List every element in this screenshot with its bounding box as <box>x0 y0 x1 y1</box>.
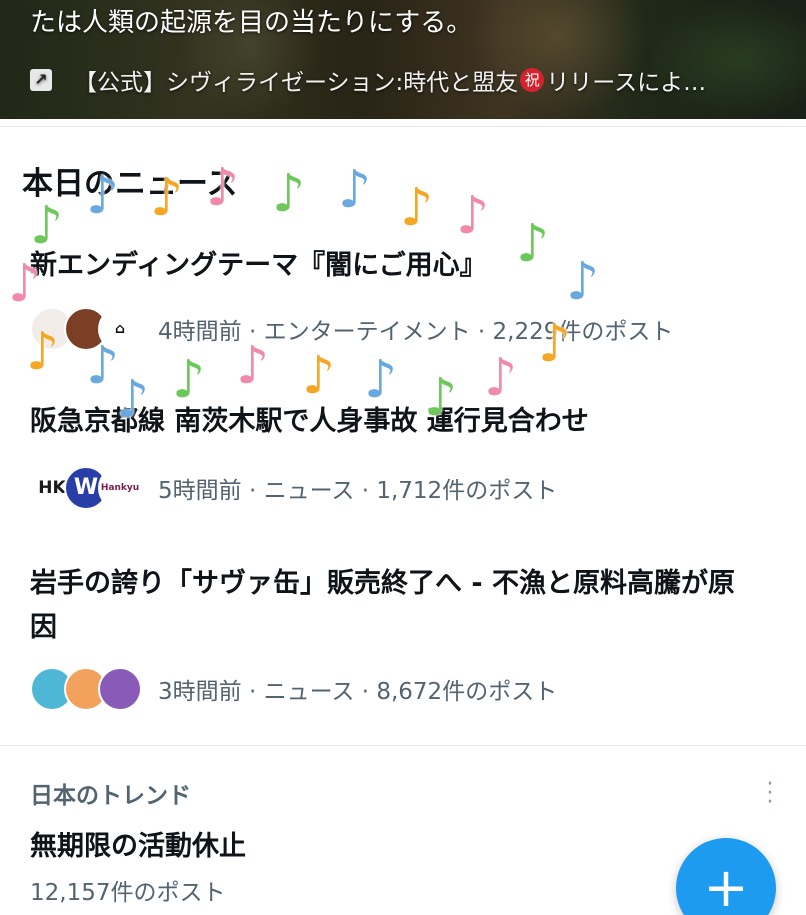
promo-link[interactable]: ↗ 【公式】シヴィライゼーション:時代と盟友 祝 リリースによ… <box>30 64 706 96</box>
trend-title[interactable]: 無期限の活動休止 <box>30 824 246 863</box>
music-note-icon: ♪ <box>456 186 490 246</box>
page: たは人類の起源を目の当たりにする。 ↗ 【公式】シヴィライゼーション:時代と盟友… <box>0 0 806 915</box>
divider <box>0 126 806 127</box>
avatar-group <box>30 667 142 711</box>
music-note-icon: ♪ <box>8 254 42 314</box>
music-note-icon: ♪ <box>400 178 434 238</box>
trend-context: 日本のトレンド <box>30 783 191 809</box>
music-note-icon: ♪ <box>338 160 372 220</box>
trend-post-count: 12,157件のポスト <box>30 880 226 906</box>
news-item-meta: 3時間前 · ニュース · 8,672件のポスト <box>30 666 557 712</box>
external-link-icon: ↗ <box>30 69 52 91</box>
promo-link-text: 【公式】シヴィライゼーション:時代と盟友 <box>74 70 519 96</box>
news-item-title-line: 因 <box>30 612 57 643</box>
news-item-title[interactable]: 新エンディングテーマ『闇にご用心』 <box>30 244 487 288</box>
music-note-icon: ♪ <box>206 158 240 218</box>
music-note-icon: ♪ <box>86 336 120 396</box>
celebration-badge-icon: 祝 <box>520 68 545 92</box>
music-note-icon: ♪ <box>302 346 336 406</box>
promo-card[interactable]: たは人類の起源を目の当たりにする。 ↗ 【公式】シヴィライゼーション:時代と盟友… <box>0 0 806 119</box>
music-note-icon: ♪ <box>538 314 572 374</box>
compose-plus-icon[interactable]: + <box>676 838 776 915</box>
news-item-title-line: 岩手の誇り「サヴァ缶」販売終了へ - 不漁と原料高騰が原 <box>30 568 736 599</box>
music-note-icon: ♪ <box>566 252 600 312</box>
news-item-meta: ⌂ 4時間前 · エンターテイメント · 2,229件のポスト <box>30 306 673 352</box>
promo-link-text-end: リリースによ… <box>546 70 707 96</box>
music-note-icon: ♪ <box>30 196 64 256</box>
music-note-icon: ♪ <box>172 350 206 410</box>
avatar <box>98 667 142 711</box>
news-item-meta: HK W Hankyu 5時間前 · ニュース · 1,712件のポスト <box>30 465 557 511</box>
music-note-icon: ♪ <box>364 350 398 410</box>
music-note-icon: ♪ <box>86 166 120 226</box>
news-meta-text: 3時間前 · ニュース · 8,672件のポスト <box>158 679 558 705</box>
music-note-icon: ♪ <box>236 336 270 396</box>
music-note-icon: ♪ <box>424 368 458 428</box>
divider <box>0 745 806 746</box>
more-vertical-icon[interactable]: · · · <box>762 774 778 814</box>
news-item-title[interactable]: 岩手の誇り「サヴァ缶」販売終了へ - 不漁と原料高騰が原 因 <box>30 562 735 650</box>
music-note-icon: ♪ <box>26 322 60 382</box>
promo-text: たは人類の起源を目の当たりにする。 <box>30 8 473 38</box>
music-note-icon: ♪ <box>516 214 550 274</box>
music-note-icon: ♪ <box>484 348 518 408</box>
avatar: Hankyu <box>98 466 142 510</box>
music-note-icon: ♪ <box>116 370 150 430</box>
avatar-group: HK W Hankyu <box>30 466 142 510</box>
news-meta-text: 5時間前 · ニュース · 1,712件のポスト <box>158 478 558 504</box>
music-note-icon: ♪ <box>150 168 184 228</box>
music-note-icon: ♪ <box>272 164 306 224</box>
